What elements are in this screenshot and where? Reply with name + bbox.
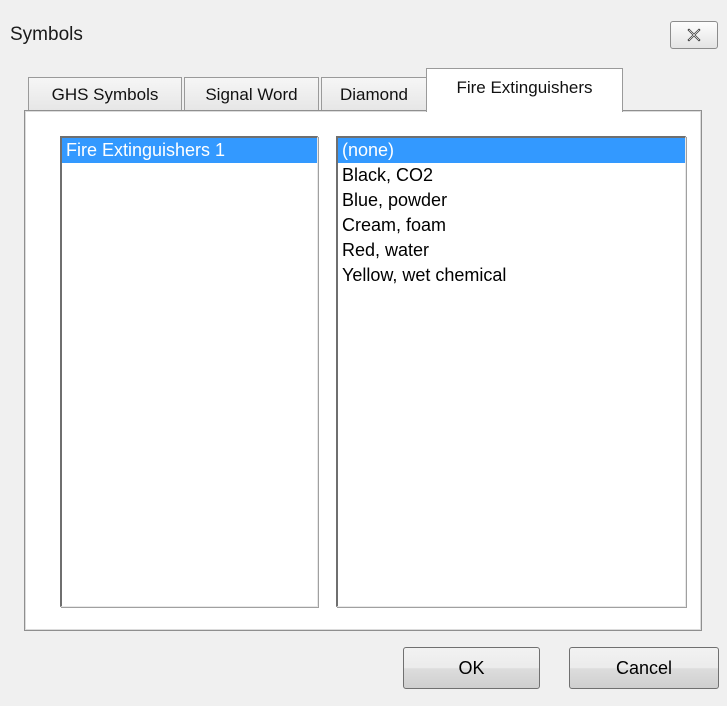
fire-extinguishers-panel: Fire Extinguishers 1 (none) Black, CO2 B… [24,110,702,631]
title-bar: Symbols [0,0,727,72]
close-button[interactable] [670,21,718,49]
window-title: Symbols [10,24,83,45]
tab-label: Diamond [339,85,409,104]
tab-fire-extinguishers[interactable]: Fire Extinguishers [426,68,623,112]
tab-label: Signal Word [205,85,298,104]
list-item[interactable]: Black, CO2 [338,163,685,188]
symbols-dialog: Symbols GHS Symbols Signal Word Diamond … [0,0,727,706]
tab-label: GHS Symbols [51,85,159,104]
tab-diamond[interactable]: Diamond [321,77,427,111]
list-item[interactable]: Fire Extinguishers 1 [62,138,317,163]
list-item[interactable]: Cream, foam [338,213,685,238]
ok-button[interactable]: OK [403,647,540,689]
extinguisher-type-list[interactable]: (none) Black, CO2 Blue, powder Cream, fo… [336,136,686,607]
tab-ghs-symbols[interactable]: GHS Symbols [28,77,182,111]
cancel-button-label: Cancel [615,658,673,678]
list-item[interactable]: Red, water [338,238,685,263]
close-x-icon [687,28,701,42]
extinguisher-set-list[interactable]: Fire Extinguishers 1 [60,136,318,607]
cancel-button[interactable]: Cancel [569,647,719,689]
tab-label: Fire Extinguishers [456,78,593,97]
list-item[interactable]: (none) [338,138,685,163]
list-item[interactable]: Yellow, wet chemical [338,263,685,288]
list-item[interactable]: Blue, powder [338,188,685,213]
tab-signal-word[interactable]: Signal Word [184,77,319,111]
ok-button-label: OK [458,658,485,678]
